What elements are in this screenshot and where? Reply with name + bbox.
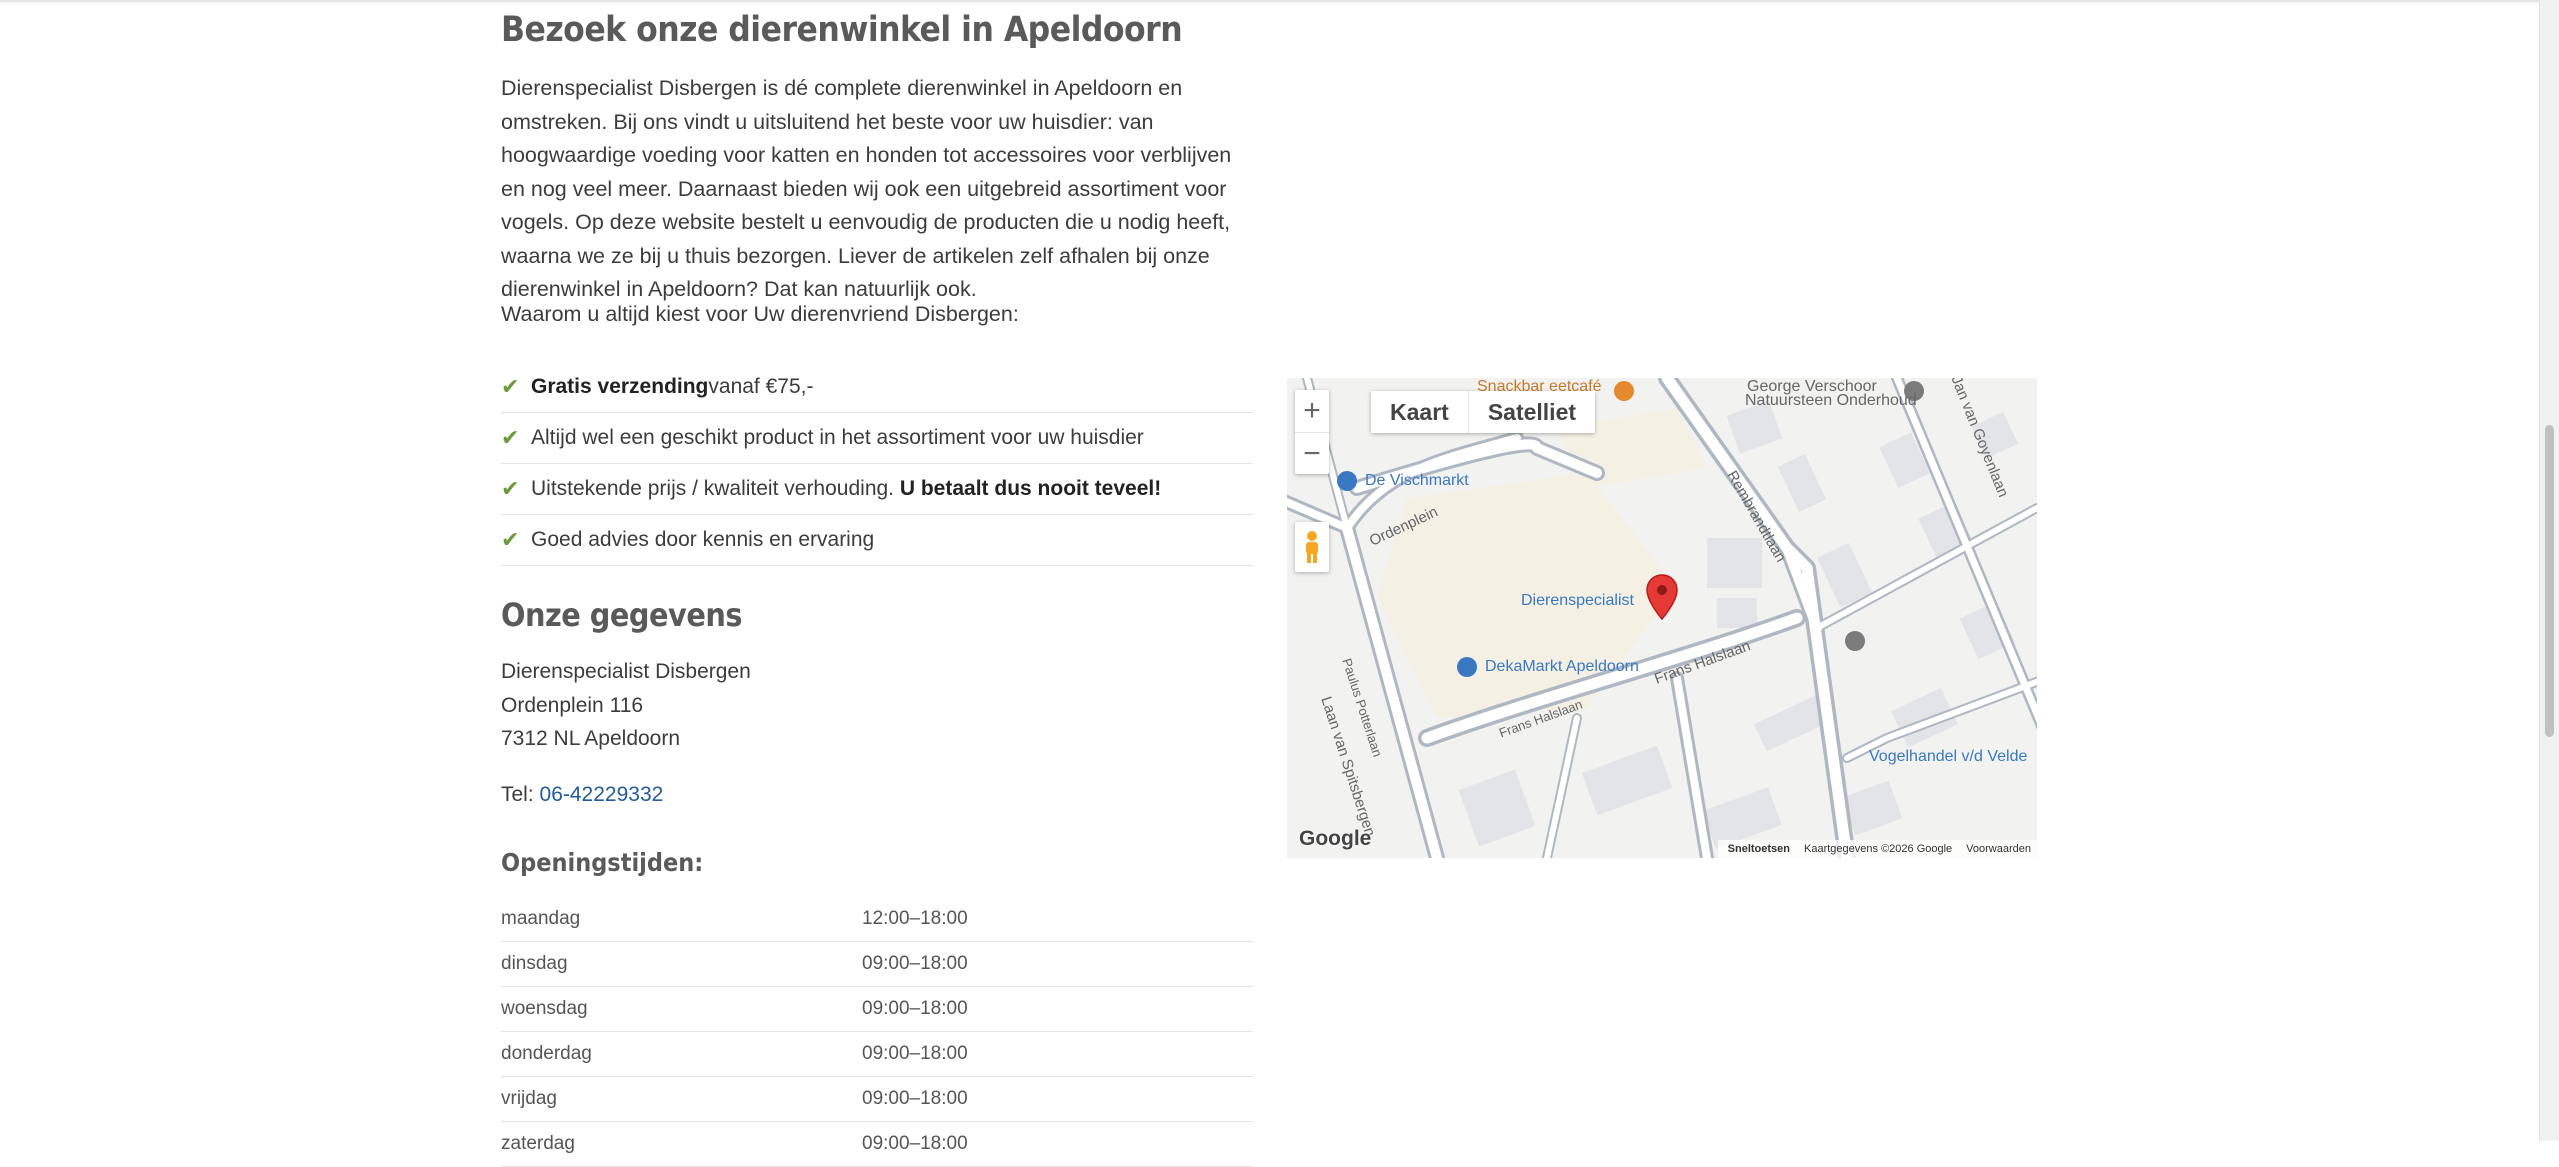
school-marker-icon[interactable] bbox=[1845, 631, 1865, 651]
page-scrollbar[interactable] bbox=[2539, 0, 2559, 1141]
zoom-in-button[interactable]: + bbox=[1295, 390, 1329, 432]
map-type-kaart-button[interactable]: Kaart bbox=[1371, 391, 1468, 433]
map-label: Natuursteen Onderhoud bbox=[1745, 392, 1917, 409]
check-icon: ✔ bbox=[501, 476, 520, 501]
hours-row: donderdag 09:00–18:00 bbox=[501, 1032, 1253, 1077]
scrollbar-thumb[interactable] bbox=[2545, 425, 2554, 737]
hours-row: maandag 12:00–18:00 bbox=[501, 897, 1253, 942]
hours-time: 09:00–18:00 bbox=[862, 1133, 968, 1154]
hours-time: 09:00–18:00 bbox=[862, 1043, 968, 1064]
map-footer: Sneltoetsen Kaartgegevens ©2026 Google V… bbox=[1717, 840, 2037, 858]
usp-item: ✔ Uitstekende prijs / kwaliteit verhoudin… bbox=[501, 464, 1253, 515]
hours-day: woensdag bbox=[501, 998, 588, 1019]
company-name: Dierenspecialist Disbergen bbox=[501, 660, 751, 683]
map-attribution: Kaartgegevens ©2026 Google bbox=[1804, 843, 1953, 855]
map-label: DekaMarkt Apeldoorn bbox=[1485, 658, 1639, 675]
postal-city: 7312 NL Apeldoorn bbox=[501, 727, 681, 750]
shop-marker-icon[interactable] bbox=[1337, 471, 1357, 491]
usp-bold: Gratis verzending bbox=[531, 375, 709, 398]
why-heading: Waarom u altijd kiest voor Uw dierenvrie… bbox=[501, 302, 1019, 326]
pegman-icon[interactable] bbox=[1295, 522, 1329, 572]
map-type-satellite-button[interactable]: Satelliet bbox=[1467, 391, 1596, 433]
phone-link[interactable]: 06-42229332 bbox=[540, 783, 664, 806]
usp-text: Goed advies door kennis en ervaring bbox=[531, 528, 875, 551]
google-logo: Google bbox=[1299, 827, 1372, 850]
restaurant-marker-icon[interactable] bbox=[1614, 381, 1634, 401]
hours-day: zaterdag bbox=[501, 1133, 575, 1154]
street-address: Ordenplein 116 bbox=[501, 693, 644, 717]
hours-row: woensdag 09:00–18:00 bbox=[501, 987, 1253, 1032]
hours-time: 09:00–18:00 bbox=[862, 1088, 968, 1109]
hours-day: donderdag bbox=[501, 1043, 592, 1064]
hours-day: vrijdag bbox=[501, 1088, 557, 1109]
map-label: Dierenspecialist bbox=[1521, 592, 1634, 609]
keyboard-shortcuts-link[interactable]: Sneltoetsen bbox=[1728, 843, 1790, 855]
usp-item: ✔ Gratis verzending vanaf €75,- bbox=[501, 362, 1253, 413]
hours-day: dinsdag bbox=[501, 953, 568, 974]
shop-marker-icon[interactable] bbox=[1457, 657, 1477, 677]
check-icon: ✔ bbox=[501, 527, 520, 552]
phone-line: Tel: 06-42229332 bbox=[501, 783, 663, 807]
hours-heading: Openingstijden: bbox=[501, 848, 704, 877]
usp-text: vanaf €75,- bbox=[708, 375, 814, 398]
map-type-control: Kaart Satelliet bbox=[1371, 391, 1596, 433]
hours-row: vrijdag 09:00–18:00 bbox=[501, 1077, 1253, 1122]
hours-time: 09:00–18:00 bbox=[862, 998, 968, 1019]
address-block: Dierenspecialist Disbergen Ordenplein 11… bbox=[501, 655, 751, 756]
zoom-control: + − bbox=[1295, 390, 1329, 474]
check-icon: ✔ bbox=[501, 425, 520, 450]
hours-time: 09:00–18:00 bbox=[862, 953, 968, 974]
header-shadow-line bbox=[0, 0, 2540, 2]
hours-row: dinsdag 09:00–18:00 bbox=[501, 942, 1253, 987]
contact-heading: Onze gegevens bbox=[501, 596, 742, 634]
zoom-out-button[interactable]: − bbox=[1295, 432, 1329, 475]
hours-table: maandag 12:00–18:00 dinsdag 09:00–18:00 wo… bbox=[501, 897, 1253, 1167]
page-title: Bezoek onze dierenwinkel in Apeldoorn bbox=[501, 10, 1183, 50]
check-icon: ✔ bbox=[501, 374, 520, 399]
location-pin-icon[interactable] bbox=[1645, 574, 1679, 620]
usp-bold: U betaalt dus nooit teveel! bbox=[899, 477, 1162, 500]
usp-text: Altijd wel een geschikt product in het a… bbox=[531, 426, 1144, 449]
usp-list: ✔ Gratis verzending vanaf €75,- ✔ Altijd w… bbox=[501, 362, 1253, 566]
usp-item: ✔ Goed advies door kennis en ervaring bbox=[501, 515, 1253, 566]
hours-row: zaterdag 09:00–18:00 bbox=[501, 1122, 1253, 1167]
hours-time: 12:00–18:00 bbox=[862, 908, 968, 929]
map-label: De Vischmarkt bbox=[1365, 472, 1469, 489]
phone-label: Tel: bbox=[501, 783, 540, 806]
google-map[interactable]: Snackbar eetcafé George Verschoor Natuur… bbox=[1287, 378, 2037, 858]
map-label: Vogelhandel v/d Velde bbox=[1869, 748, 2028, 765]
usp-item: ✔ Altijd wel een geschikt product in het … bbox=[501, 413, 1253, 464]
intro-paragraph: Dierenspecialist Disbergen is dé complet… bbox=[501, 76, 1232, 301]
usp-text: Uitstekende prijs / kwaliteit verhouding… bbox=[531, 477, 900, 500]
hours-day: maandag bbox=[501, 908, 581, 929]
terms-link[interactable]: Voorwaarden bbox=[1966, 843, 2031, 855]
